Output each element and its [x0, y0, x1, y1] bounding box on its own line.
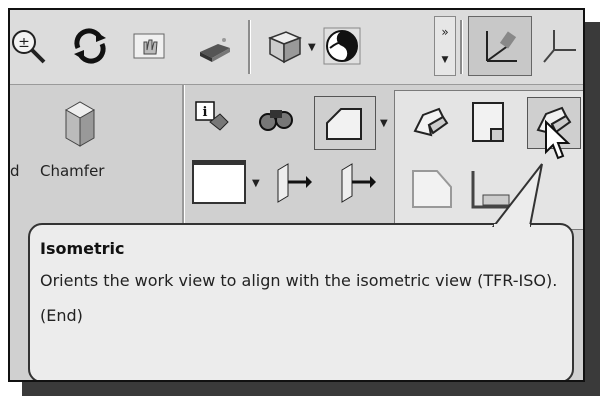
isometric-dropdown-icon[interactable]: ▼ [380, 118, 388, 129]
toolbar-separator [460, 20, 463, 74]
zoom-icon[interactable]: ± [8, 26, 48, 66]
rotate-icon[interactable] [70, 26, 110, 66]
svg-text:±: ± [18, 35, 30, 51]
tooltip-shortcut: (End) [40, 306, 83, 325]
toolbar-overflow-icon: » [441, 25, 449, 39]
tooltip-description: Orients the work view to align with the … [40, 271, 558, 290]
info-icon[interactable]: i [194, 100, 230, 136]
isometric-axis-icon [486, 31, 517, 62]
panel-divider [182, 85, 185, 225]
shaded-icon[interactable] [194, 26, 234, 66]
toolbar-overflow-button[interactable]: » ▼ [434, 16, 456, 76]
chevron-down-icon: ▼ [441, 55, 449, 65]
chamfer-icon[interactable] [58, 96, 102, 150]
view-cube-icon[interactable] [264, 26, 304, 66]
isometric-axis-button[interactable] [468, 16, 532, 76]
isometric-view-icon[interactable] [409, 101, 453, 145]
tooltip-pointer [491, 163, 543, 228]
display-style-icon[interactable] [322, 26, 362, 66]
chamfer-label[interactable]: Chamfer [40, 162, 104, 180]
isometric-view-icon [326, 108, 362, 140]
push-to-icon[interactable] [272, 160, 312, 204]
toolbar-separator [248, 20, 251, 74]
axis-icon[interactable] [540, 26, 580, 66]
window-dropdown-icon[interactable]: ▼ [252, 178, 260, 189]
svg-text:i: i [203, 105, 208, 120]
mouse-cursor-icon [545, 119, 571, 160]
window-icon[interactable] [192, 160, 246, 204]
tooltip-title: Isometric [40, 239, 125, 258]
view-toolbar: ± ▼ » ▼ [10, 10, 583, 85]
application-frame: ± ▼ » ▼ d Chamfer i ▼ ▼ Isometric Orient… [8, 8, 585, 382]
right-view-icon[interactable] [409, 167, 455, 211]
pull-to-icon[interactable] [336, 160, 376, 204]
partial-label: d [10, 162, 20, 180]
pan-icon[interactable] [128, 26, 168, 66]
isometric-view-button[interactable] [314, 96, 376, 150]
binoculars-icon[interactable] [256, 102, 296, 134]
front-view-icon[interactable] [469, 99, 509, 145]
view-cube-dropdown-icon[interactable]: ▼ [308, 42, 316, 53]
isometric-tooltip: Isometric Orients the work view to align… [28, 223, 574, 380]
